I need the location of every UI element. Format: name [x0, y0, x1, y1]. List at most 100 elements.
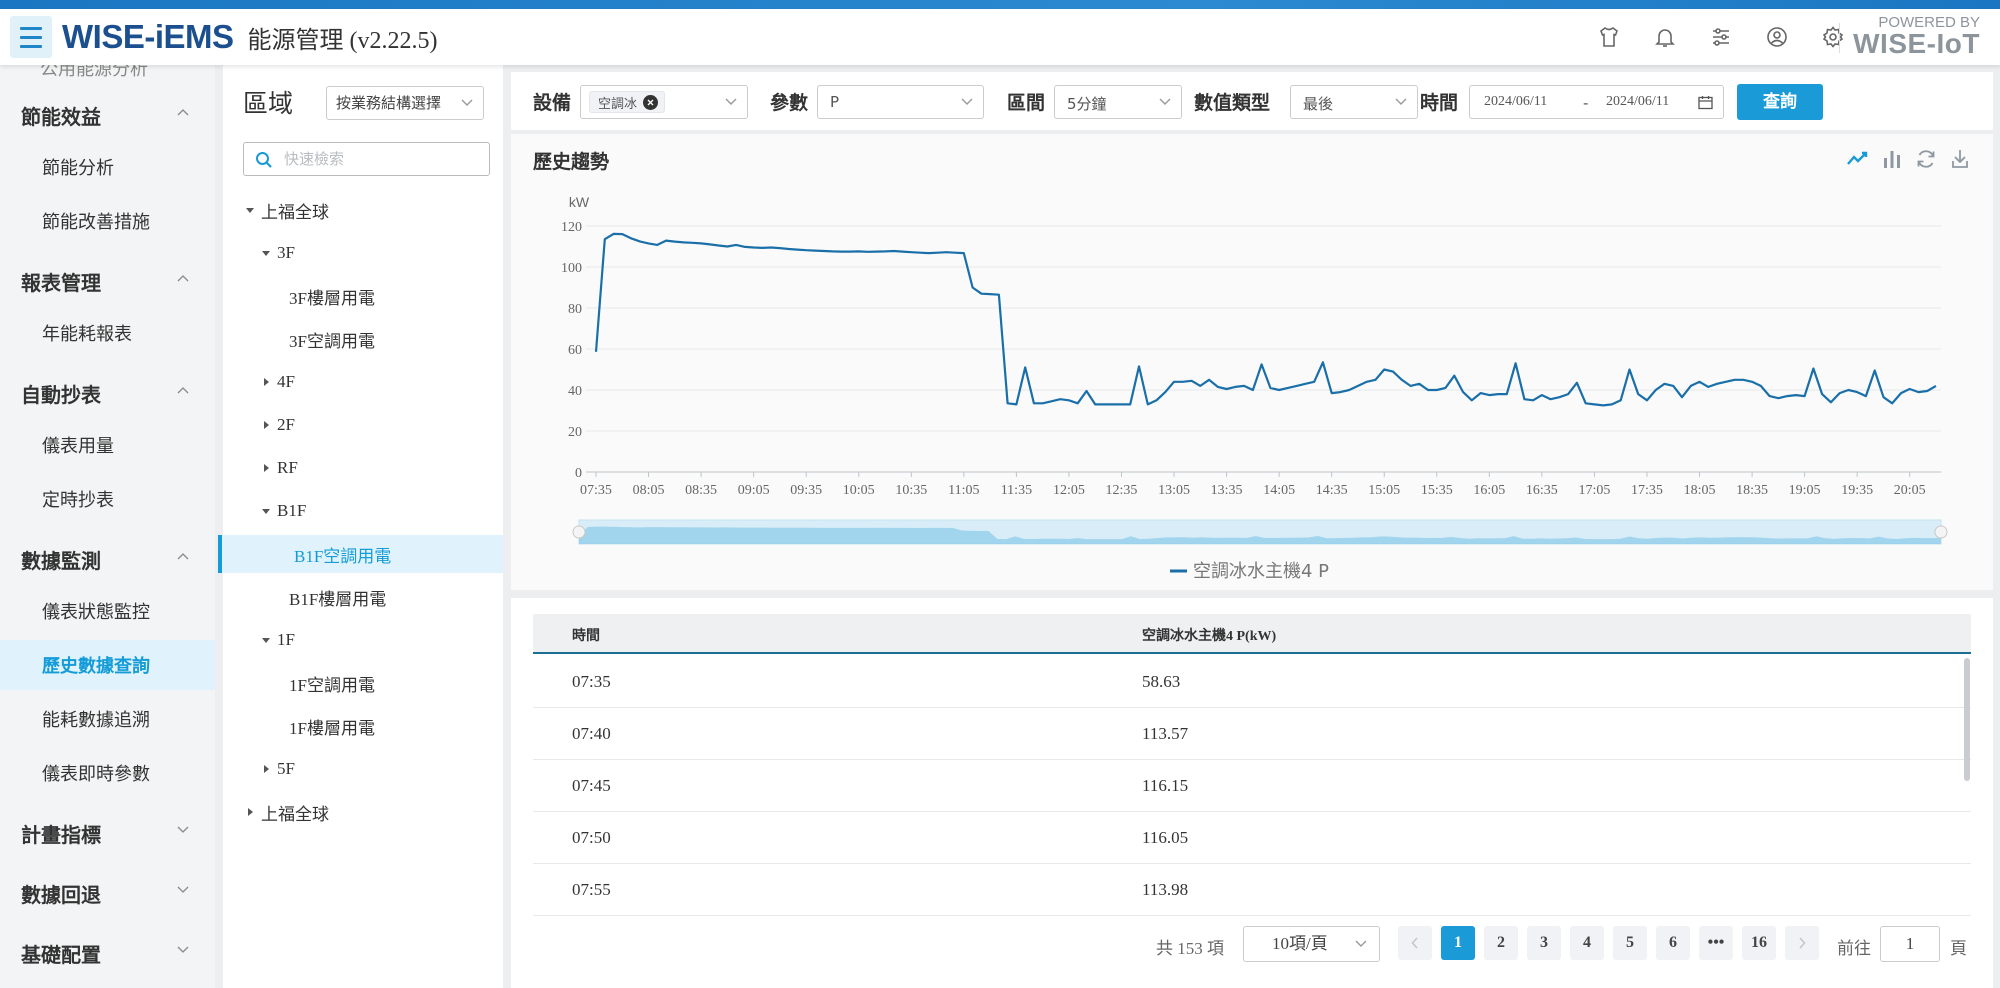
sliders-icon[interactable]	[1704, 20, 1738, 54]
param-select[interactable]: P	[817, 85, 984, 119]
line-chart-icon[interactable]	[1847, 148, 1869, 170]
tree-node[interactable]: 3F空調用電	[223, 320, 503, 358]
caret-down-icon[interactable]	[261, 635, 271, 645]
caret-right-icon[interactable]	[245, 807, 255, 817]
page-button[interactable]: 3	[1527, 926, 1561, 960]
chevron-up-icon	[177, 387, 189, 394]
col-header-time[interactable]: 時間	[572, 625, 600, 645]
x-tick-label: 17:35	[1631, 483, 1663, 498]
date-from[interactable]: 2024/06/11	[1484, 94, 1547, 110]
sidebar-item[interactable]: 儀表狀態監控	[0, 586, 215, 636]
interval-select[interactable]: 5分鐘	[1054, 85, 1182, 119]
sidebar-section[interactable]: 報表管理	[0, 256, 215, 306]
x-tick-label: 08:05	[633, 483, 665, 498]
sidebar-item-label: 定時抄表	[42, 490, 114, 511]
caret-down-icon[interactable]	[261, 506, 271, 516]
shirt-icon[interactable]	[1592, 20, 1626, 54]
chevron-down-icon	[725, 98, 737, 105]
tree-search-input[interactable]	[284, 149, 474, 169]
page-button[interactable]: 5	[1613, 926, 1647, 960]
sidebar-section[interactable]: 計畫指標	[0, 808, 215, 858]
tag-close-icon[interactable]	[643, 94, 659, 110]
caret-right-icon[interactable]	[261, 377, 271, 387]
zoom-handle-right[interactable]	[1934, 525, 1948, 539]
date-to[interactable]: 2024/06/11	[1606, 94, 1669, 110]
sidebar-item-label: 儀表狀態監控	[42, 602, 150, 623]
sidebar-section[interactable]: 數據回退	[0, 868, 215, 918]
y-tick-label: 0	[575, 466, 582, 481]
bell-icon[interactable]	[1648, 20, 1682, 54]
user-avatar-icon[interactable]	[1760, 20, 1794, 54]
sidebar-section[interactable]: 基礎配置	[0, 928, 215, 978]
table-scrollbar[interactable]	[1964, 658, 1970, 781]
tree-node[interactable]: 5F	[223, 750, 503, 788]
caret-right-icon[interactable]	[261, 764, 271, 774]
page-button[interactable]: 4	[1570, 926, 1604, 960]
chevron-left-icon	[1411, 937, 1418, 949]
page-size-select[interactable]: 10項/頁	[1243, 926, 1380, 962]
page-button[interactable]: 6	[1656, 926, 1690, 960]
tree-node[interactable]: 1F樓層用電	[223, 707, 503, 745]
sidebar-item-label: 節能分析	[42, 158, 114, 179]
goto-page-input[interactable]: 1	[1880, 926, 1940, 962]
sidebar-item[interactable]: 年能耗報表	[0, 308, 215, 358]
tree-node[interactable]: B1F空調用電	[218, 535, 503, 573]
value-type-select[interactable]: 最後	[1290, 85, 1418, 119]
structure-select[interactable]: 按業務結構選擇	[326, 86, 484, 120]
bar-chart-icon[interactable]	[1881, 148, 1903, 170]
caret-right-icon[interactable]	[261, 420, 271, 430]
structure-select-value: 按業務結構選擇	[336, 94, 442, 112]
hamburger-menu-icon[interactable]	[10, 16, 52, 58]
interval-label: 區間	[1007, 92, 1046, 114]
x-tick-label: 15:05	[1368, 483, 1400, 498]
prev-page-button[interactable]	[1398, 926, 1432, 960]
tree-node[interactable]: 4F	[223, 363, 503, 401]
x-tick-label: 11:35	[1001, 483, 1032, 498]
caret-down-icon[interactable]	[245, 205, 255, 215]
page-button[interactable]: 1	[1441, 926, 1475, 960]
sidebar-item[interactable]: 歷史數據查詢	[0, 640, 215, 690]
device-select[interactable]: 空調冰	[580, 85, 748, 119]
download-icon[interactable]	[1949, 148, 1971, 170]
caret-right-icon[interactable]	[261, 463, 271, 473]
sidebar-section[interactable]: 自動抄表	[0, 368, 215, 418]
sidebar-item-cut[interactable]: 公用能源分析	[40, 65, 148, 81]
next-page-button[interactable]	[1785, 926, 1819, 960]
sidebar-section[interactable]: 數據監測	[0, 534, 215, 584]
tree-node[interactable]: 2F	[223, 406, 503, 444]
page-button[interactable]: 2	[1484, 926, 1518, 960]
sidebar-item[interactable]: 節能改善措施	[0, 196, 215, 246]
date-range-picker[interactable]: 2024/06/11 - 2024/06/11	[1469, 85, 1724, 119]
sidebar-item[interactable]: 節能分析	[0, 142, 215, 192]
tree-node[interactable]: 3F	[223, 234, 503, 272]
chevron-up-icon	[177, 553, 189, 560]
settings-gear-icon[interactable]	[1816, 20, 1850, 54]
sidebar-item[interactable]: 能耗數據追溯	[0, 694, 215, 744]
tree-node[interactable]: RF	[223, 449, 503, 487]
cell-time: 07:35	[572, 672, 611, 691]
caret-down-icon[interactable]	[261, 248, 271, 258]
x-tick-label: 09:05	[738, 483, 770, 498]
page-button[interactable]: 16	[1742, 926, 1776, 960]
sidebar-item[interactable]: 定時抄表	[0, 474, 215, 524]
tree-node[interactable]: 上福全球	[223, 793, 503, 831]
col-header-value[interactable]: 空調冰水主機4 P(kW)	[1142, 625, 1276, 645]
tree-node[interactable]: 1F空調用電	[223, 664, 503, 702]
sidebar-item[interactable]: 儀表用量	[0, 420, 215, 470]
chevron-down-icon	[1355, 940, 1367, 947]
tree-node[interactable]: 3F樓層用電	[223, 277, 503, 315]
tree-search-box[interactable]	[243, 142, 490, 176]
device-tag-label: 空調冰	[598, 96, 638, 112]
tree-node-label: 5F	[277, 759, 295, 778]
sidebar-item[interactable]: 儀表即時參數	[0, 748, 215, 798]
tree-node[interactable]: 上福全球	[223, 191, 503, 229]
legend-label[interactable]: 空調冰水主機4 P	[1193, 561, 1329, 582]
zoom-handle-left[interactable]	[572, 525, 586, 539]
more-pages-icon[interactable]: •••	[1699, 926, 1733, 960]
query-button[interactable]: 查詢	[1737, 84, 1823, 120]
sidebar-section[interactable]: 節能效益	[0, 90, 215, 140]
refresh-icon[interactable]	[1915, 148, 1937, 170]
tree-node[interactable]: B1F	[223, 492, 503, 530]
tree-node[interactable]: 1F	[223, 621, 503, 659]
tree-node[interactable]: B1F樓層用電	[223, 578, 503, 616]
